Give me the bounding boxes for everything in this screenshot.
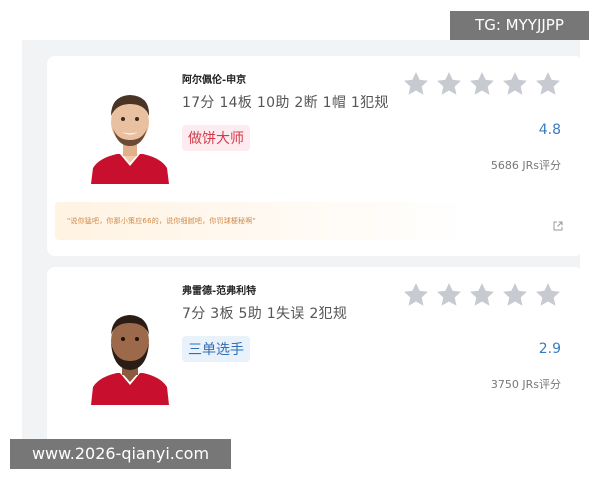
- star-icon[interactable]: [468, 70, 496, 98]
- player-stats: 7分 3板 5助 1失误 2犯规: [182, 306, 348, 322]
- ratings-count: 3750 JRs评分: [490, 378, 561, 391]
- player-name: 弗雷德-范弗利特: [182, 286, 257, 297]
- watermark-top-right: TG: MYYJJPP: [450, 11, 589, 40]
- star-icon[interactable]: [435, 70, 463, 98]
- top-comment[interactable]: "说你猛吧，你那小策应66的，说你细腻吧，你罚球梗秘啊": [55, 202, 575, 240]
- watermark-bottom-left: www.2026-qianyi.com: [10, 439, 231, 469]
- star-icon[interactable]: [402, 70, 430, 98]
- share-icon[interactable]: [553, 216, 563, 231]
- star-icon[interactable]: [534, 70, 562, 98]
- player-name: 阿尔佩伦-申京: [182, 75, 247, 86]
- star-icon[interactable]: [435, 281, 463, 309]
- player-tag: 做饼大师: [182, 125, 250, 151]
- star-icon[interactable]: [402, 281, 430, 309]
- star-icon[interactable]: [534, 281, 562, 309]
- comment-text: "说你猛吧，你那小策应66的，说你细腻吧，你罚球梗秘啊": [67, 217, 256, 225]
- player-avatar: [87, 82, 173, 184]
- ratings-panel: 阿尔佩伦-申京 17分 14板 10助 2断 1帽 1犯规 做饼大师 4.8 5…: [22, 40, 580, 440]
- star-icon[interactable]: [468, 281, 496, 309]
- player-tag: 三单选手: [182, 336, 250, 362]
- player-rating-card[interactable]: 阿尔佩伦-申京 17分 14板 10助 2断 1帽 1犯规 做饼大师 4.8 5…: [47, 56, 580, 256]
- ratings-count: 5686 JRs评分: [490, 159, 561, 172]
- star-icon[interactable]: [501, 70, 529, 98]
- player-avatar: [87, 303, 173, 405]
- star-icon[interactable]: [501, 281, 529, 309]
- star-rating[interactable]: [402, 281, 562, 309]
- star-rating[interactable]: [402, 70, 562, 98]
- player-stats: 17分 14板 10助 2断 1帽 1犯规: [182, 95, 389, 111]
- player-rating-card[interactable]: 弗雷德-范弗利特 7分 3板 5助 1失误 2犯规 三单选手 2.9 3750 …: [47, 267, 580, 440]
- average-score: 2.9: [538, 341, 561, 357]
- average-score: 4.8: [538, 122, 561, 138]
